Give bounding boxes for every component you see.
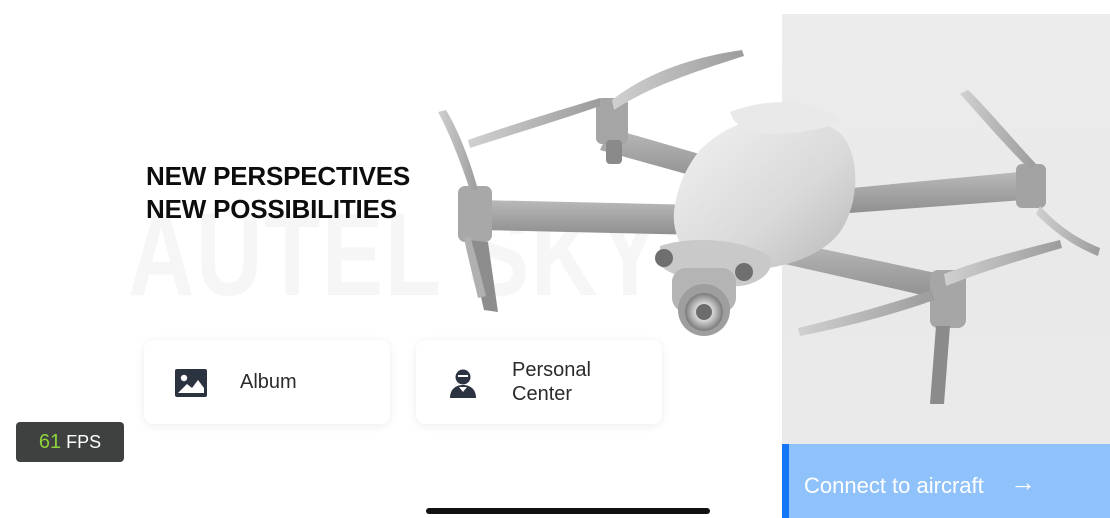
hero-headline: NEW PERSPECTIVES NEW POSSIBILITIES (146, 160, 410, 226)
fps-unit: FPS (66, 431, 102, 452)
arrow-right-icon: → (1010, 467, 1036, 497)
connect-to-aircraft-button[interactable]: Connect to aircraft → (782, 444, 1110, 518)
personal-center-button[interactable]: Personal Center (416, 340, 662, 424)
person-icon (450, 369, 476, 398)
home-indicator[interactable] (426, 508, 710, 514)
fps-value: 61 (38, 430, 62, 453)
album-label: Album (240, 371, 297, 393)
album-button[interactable]: Album (144, 340, 390, 424)
headline-line-2: NEW POSSIBILITIES (146, 194, 397, 224)
headline-line-1: NEW PERSPECTIVES (146, 161, 411, 191)
home-screen: AUTEL SKY NEW PERSPECTIVES NEW POSSIBILI… (0, 0, 1110, 518)
fps-counter: 61 FPS (16, 422, 124, 462)
personal-center-label: Personal Center (512, 359, 591, 405)
drone-image (438, 50, 1100, 404)
image-icon (175, 369, 207, 397)
connect-label: Connect to aircraft (804, 473, 984, 498)
connect-accent-bar (782, 444, 789, 518)
